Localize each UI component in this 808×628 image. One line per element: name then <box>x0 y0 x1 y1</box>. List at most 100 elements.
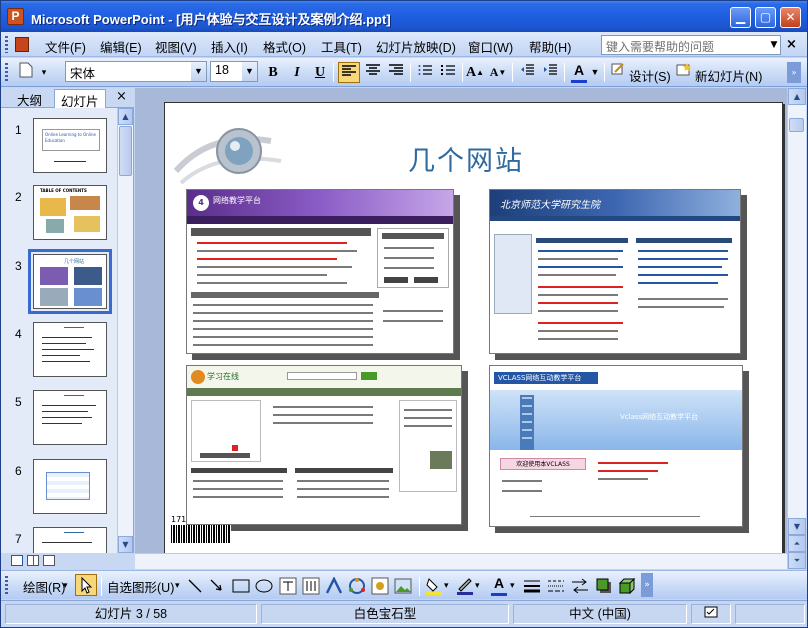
new-slide-button[interactable]: 新幻灯片(N) <box>695 66 762 85</box>
spelling-status-icon[interactable] <box>691 604 731 624</box>
thumbnail-slide-5[interactable]: 5 <box>1 385 117 447</box>
menu-format[interactable]: 格式(O) <box>263 37 306 56</box>
thumbnail-slide-1[interactable]: 1 Online Learning to Online Education <box>1 113 117 175</box>
document-icon[interactable] <box>15 37 29 52</box>
numbered-list-button[interactable] <box>415 62 435 83</box>
help-search-input[interactable]: 键入需要帮助的问题 <box>601 35 781 55</box>
fill-color-icon[interactable] <box>425 576 443 596</box>
current-slide[interactable]: 几个网站 4 网络教学平台 北京师范大学研究生院 学习在线 171 VCLASS… <box>164 102 783 560</box>
slide-sorter-view-icon[interactable] <box>27 555 39 566</box>
toolbar-overflow-icon[interactable]: » <box>787 62 801 83</box>
bullet-list-button[interactable] <box>438 62 458 83</box>
chevron-down-icon[interactable]: ▾ <box>475 580 480 591</box>
select-pointer-button[interactable] <box>75 574 97 596</box>
arrow-style-icon[interactable] <box>571 578 589 594</box>
scroll-down-icon[interactable]: ▼ <box>788 518 806 535</box>
draw-menu-button[interactable]: 绘图(R) <box>23 577 65 596</box>
tab-outline[interactable]: 大纲 <box>11 89 48 108</box>
menu-file[interactable]: 文件(F) <box>45 37 86 56</box>
thumbnail-image[interactable]: Online Learning to Online Education <box>33 118 107 173</box>
thumbnail-image[interactable] <box>33 322 107 377</box>
dash-style-icon[interactable] <box>547 578 565 594</box>
scroll-up-icon[interactable]: ▲ <box>118 108 133 125</box>
horizontal-scrollbar[interactable] <box>135 553 787 569</box>
thumbnail-slide-3[interactable]: 3 几个网站 <box>1 249 117 314</box>
menu-slideshow[interactable]: 幻灯片放映(D) <box>376 37 456 56</box>
chevron-down-icon[interactable]: ▼ <box>590 62 600 83</box>
toolbar-options-icon[interactable]: ▾ <box>39 62 49 83</box>
chevron-down-icon[interactable]: ▾ <box>175 580 180 591</box>
slide-title[interactable]: 几个网站 <box>408 139 524 178</box>
align-center-button[interactable] <box>363 62 383 83</box>
font-name-select[interactable]: 宋体 ▼ <box>65 61 207 82</box>
chevron-down-icon[interactable]: ▼ <box>242 62 257 81</box>
insert-picture-icon[interactable] <box>394 577 412 595</box>
shadow-style-icon[interactable] <box>595 577 613 595</box>
thumbnail-slide-4[interactable]: 4 <box>1 317 117 379</box>
menu-window[interactable]: 窗口(W) <box>468 37 513 56</box>
design-button[interactable]: 设计(S) <box>629 66 671 85</box>
thumbnail-image-selected[interactable]: 几个网站 <box>28 249 112 314</box>
rectangle-icon[interactable] <box>232 578 250 594</box>
normal-view-icon[interactable] <box>11 555 23 566</box>
chevron-down-icon[interactable]: ▾ <box>510 580 515 591</box>
menu-view[interactable]: 视图(V) <box>155 37 197 56</box>
align-left-button[interactable] <box>338 62 360 83</box>
increase-font-size-icon[interactable]: A▲ <box>466 62 484 83</box>
pane-scrollbar[interactable]: ▲ ▼ <box>117 108 133 553</box>
italic-button[interactable]: I <box>289 62 305 83</box>
menu-insert[interactable]: 插入(I) <box>211 37 248 56</box>
new-slide-icon[interactable] <box>676 62 692 83</box>
slide-editing-area[interactable]: 几个网站 4 网络教学平台 北京师范大学研究生院 学习在线 171 VCLASS… <box>135 88 787 568</box>
menu-edit[interactable]: 编辑(E) <box>100 37 142 56</box>
thumbnail-image[interactable] <box>33 390 107 445</box>
scroll-thumb[interactable] <box>789 118 804 132</box>
new-document-icon[interactable] <box>15 62 37 83</box>
bold-button[interactable]: B <box>265 62 281 83</box>
design-icon[interactable] <box>610 62 626 83</box>
toolbar-overflow-icon[interactable]: » <box>641 573 653 597</box>
line-icon[interactable] <box>187 578 203 594</box>
minimize-button[interactable]: ▁ <box>730 7 751 28</box>
underline-button[interactable]: U <box>312 62 328 83</box>
font-color-icon[interactable]: A <box>491 575 507 596</box>
website-screenshot-3[interactable]: 学习在线 <box>186 365 462 525</box>
chevron-down-icon[interactable]: ▾ <box>444 580 449 591</box>
text-box-icon[interactable] <box>279 577 297 595</box>
font-color-button[interactable]: A <box>571 62 587 83</box>
chevron-down-icon[interactable]: ▼ <box>191 62 206 81</box>
autoshapes-button[interactable]: 自选图形(U) <box>107 577 174 596</box>
next-slide-icon[interactable]: ⏷ <box>788 552 806 569</box>
clip-art-icon[interactable] <box>371 577 389 595</box>
3d-style-icon[interactable] <box>618 577 636 595</box>
thumbnail-slide-6[interactable]: 6 <box>1 454 117 516</box>
menu-tools[interactable]: 工具(T) <box>321 37 362 56</box>
toolbar-grip[interactable] <box>5 576 8 595</box>
slide-scrollbar[interactable]: ▲ ▼ ⏶ ⏷ <box>787 88 806 569</box>
scroll-thumb[interactable] <box>119 126 132 176</box>
website-screenshot-1[interactable]: 4 网络教学平台 <box>186 189 454 354</box>
thumbnail-image[interactable]: TABLE OF CONTENTS <box>33 185 107 240</box>
diagram-icon[interactable] <box>348 577 366 595</box>
decrease-indent-icon[interactable] <box>517 62 537 83</box>
chevron-down-icon[interactable]: ▾ <box>63 580 68 591</box>
scroll-up-icon[interactable]: ▲ <box>788 88 806 105</box>
oval-icon[interactable] <box>255 578 273 594</box>
toolbar-grip[interactable] <box>5 63 8 82</box>
align-right-button[interactable] <box>386 62 406 83</box>
scroll-down-icon[interactable]: ▼ <box>118 536 133 553</box>
vertical-text-box-icon[interactable] <box>302 577 320 595</box>
thumbnail-slide-2[interactable]: 2 TABLE OF CONTENTS <box>1 180 117 242</box>
website-screenshot-4[interactable]: VCLASS网络互动教学平台 Vclass网络互动教学平台 欢迎使用本VCLAS… <box>489 365 743 527</box>
wordart-icon[interactable] <box>325 577 343 595</box>
decrease-font-size-icon[interactable]: A▼ <box>489 62 507 83</box>
font-size-select[interactable]: 18 ▼ <box>210 61 258 82</box>
menubar-grip[interactable] <box>5 36 8 53</box>
pane-close-icon[interactable]: × <box>116 89 127 104</box>
website-screenshot-2[interactable]: 北京师范大学研究生院 <box>489 189 741 354</box>
maximize-button[interactable]: ▢ <box>755 7 776 28</box>
increase-indent-icon[interactable] <box>540 62 560 83</box>
chevron-down-icon[interactable]: ▼ <box>767 35 781 55</box>
slideshow-view-icon[interactable] <box>43 555 55 566</box>
tab-slides[interactable]: 幻灯片 <box>54 89 106 109</box>
